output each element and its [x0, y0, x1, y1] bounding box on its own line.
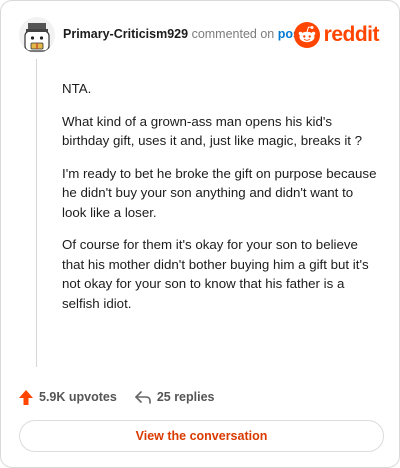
reply-count: 25 replies	[156, 390, 215, 404]
upvote-count: 5.9K upvotes	[39, 390, 117, 404]
reddit-snoo-icon	[293, 22, 320, 48]
comment-paragraph: Of course for them it's okay for your so…	[62, 237, 369, 311]
comment-paragraph: NTA.	[62, 81, 92, 96]
comment-actions: 5.9K upvotes 25 replies	[19, 387, 233, 407]
author-name[interactable]: Primary-Criticism929	[63, 27, 188, 41]
comment-header: Primary-Criticism929 commented on post r…	[19, 15, 385, 55]
reply-arrow-icon	[135, 390, 151, 404]
reddit-wordmark: reddit	[323, 23, 380, 46]
action-text: commented on	[191, 27, 275, 41]
avatar-image	[19, 17, 55, 53]
comment-paragraph: What kind of a grown-ass man opens his k…	[62, 113, 363, 149]
comment-paragraph: I'm ready to bet he broke the gift on pu…	[62, 165, 377, 220]
thread-line	[36, 59, 37, 367]
upvote-arrow-icon	[19, 389, 33, 405]
view-conversation-button[interactable]: View the conversation	[19, 420, 384, 452]
comment-body: NTA. What kind of a grown-ass man opens …	[62, 79, 380, 326]
upvote-button[interactable]: 5.9K upvotes	[19, 389, 117, 405]
comment-byline: Primary-Criticism929 commented on post	[63, 27, 304, 41]
avatar[interactable]	[19, 17, 55, 53]
reddit-logo[interactable]: reddit	[293, 21, 380, 49]
comment-card: Primary-Criticism929 commented on post r…	[0, 0, 400, 468]
replies-button[interactable]: 25 replies	[135, 390, 215, 404]
